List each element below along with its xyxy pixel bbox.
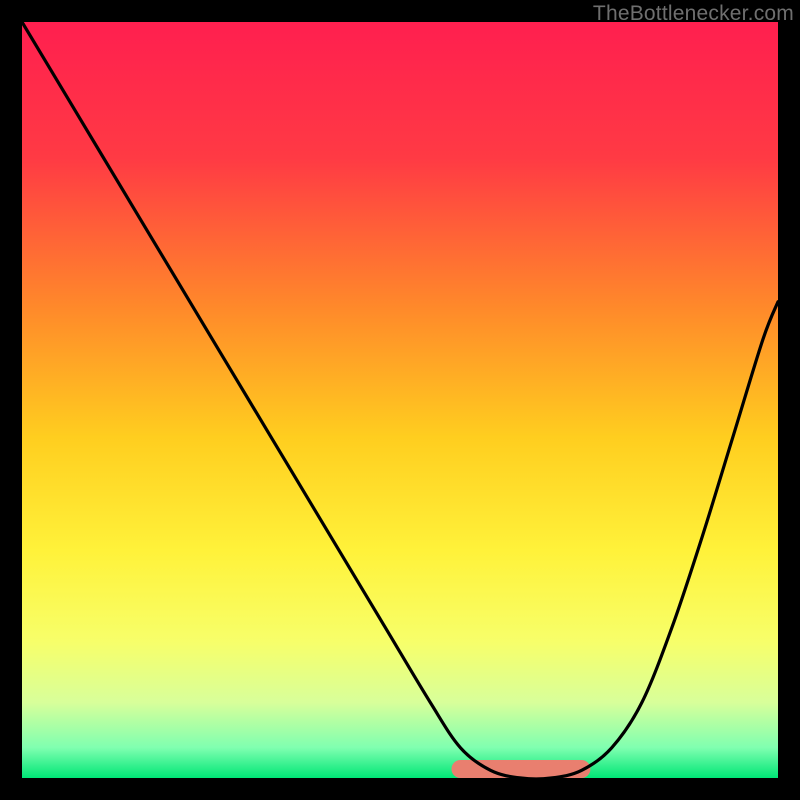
gradient-background: [22, 22, 778, 778]
chart-frame: [22, 22, 778, 778]
watermark-text: TheBottlenecker.com: [593, 2, 794, 26]
bottleneck-chart: [22, 22, 778, 778]
